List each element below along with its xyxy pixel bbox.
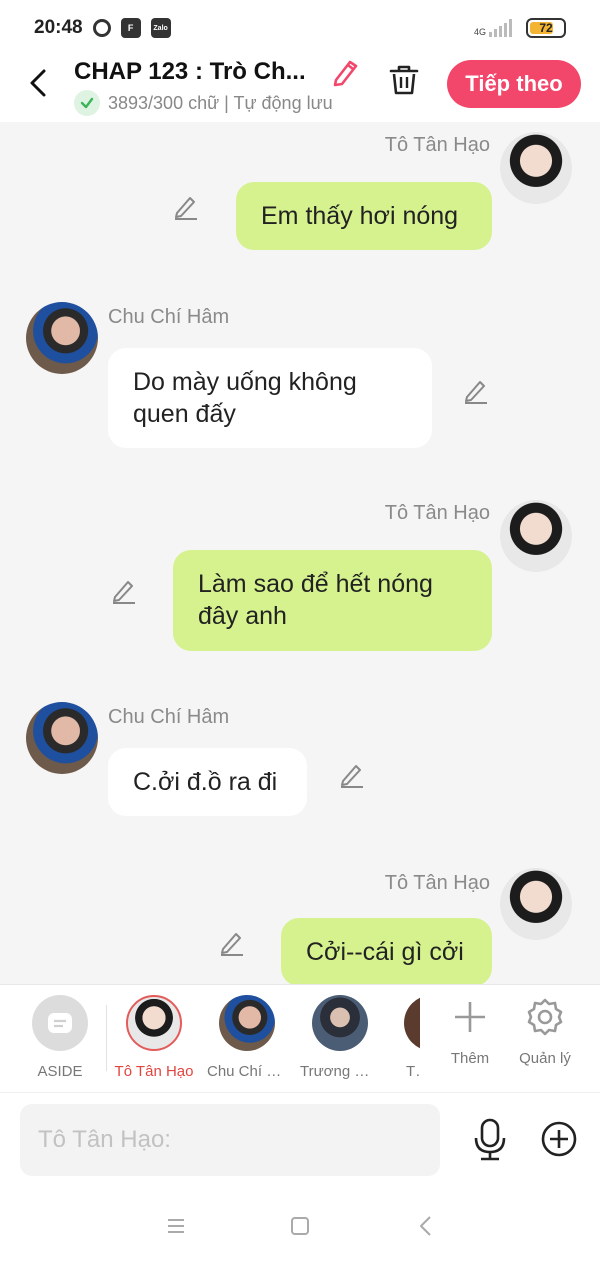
edit-message-icon[interactable]	[462, 376, 490, 404]
message-text: Em thấy hơi nóng	[261, 202, 459, 230]
avatar	[126, 995, 182, 1051]
avatar[interactable]	[26, 702, 98, 774]
edit-title-icon[interactable]	[330, 56, 362, 88]
character-to-tan-hao[interactable]: Tô Tân Hạo	[114, 995, 194, 1080]
network-type: 4G	[473, 27, 486, 37]
sender-name: Tô Tân Hạo	[384, 134, 490, 156]
save-status: 3893/300 chữ | Tự động lưu	[74, 90, 333, 116]
message-text: Do mày uống không	[133, 368, 357, 396]
avatar	[404, 995, 420, 1051]
character-label: Chu Chí H...	[207, 1063, 287, 1080]
facebook-icon: F	[120, 18, 141, 38]
avatar[interactable]	[500, 500, 572, 572]
character-truong-cuc[interactable]: Trương Cực	[300, 995, 380, 1080]
add-label: Thêm	[450, 1050, 490, 1067]
edit-message-icon[interactable]	[110, 576, 138, 604]
avatar[interactable]	[500, 868, 572, 940]
character-ta[interactable]: Tả	[378, 995, 420, 1080]
character-label: Trương Cực	[300, 1063, 380, 1080]
signal-icon	[489, 19, 512, 37]
avatar	[219, 995, 275, 1051]
status-app-icons: F Zalo	[92, 18, 171, 38]
edit-message-icon[interactable]	[338, 760, 366, 788]
status-bar: 20:48 F Zalo 4G 72	[0, 0, 600, 56]
composer	[0, 1092, 600, 1186]
notification-icon	[92, 19, 111, 37]
word-count-label: 3893/300 chữ | Tự động lưu	[108, 92, 333, 113]
add-character-button[interactable]: Thêm	[435, 997, 505, 1067]
battery-level: 72	[539, 21, 553, 35]
plus-icon	[455, 1002, 485, 1032]
message-text: đây anh	[198, 602, 287, 630]
message-bubble[interactable]: Cởi--cái gì cởi	[281, 918, 492, 984]
message-text: Làm sao để hết nóng	[198, 570, 433, 598]
next-button[interactable]: Tiếp theo	[447, 60, 581, 108]
avatar[interactable]	[500, 132, 572, 204]
system-nav-bar	[0, 1186, 600, 1267]
sender-name: Chu Chí Hâm	[108, 706, 230, 728]
character-chu-chi-ham[interactable]: Chu Chí H...	[207, 995, 287, 1080]
divider	[106, 1005, 107, 1071]
manage-button[interactable]: Quản lý	[510, 997, 580, 1067]
message-bubble[interactable]: C.ởi đ.ồ ra đi	[108, 748, 307, 816]
battery-icon: 72	[526, 18, 566, 38]
edit-message-icon[interactable]	[172, 192, 200, 220]
character-label: Tả	[406, 1063, 420, 1080]
message-bubble[interactable]: Em thấy hơi nóng	[236, 182, 492, 250]
message-input[interactable]	[20, 1104, 440, 1176]
chapter-title[interactable]: CHAP 123 : Trò Ch...	[74, 58, 319, 86]
edit-message-icon[interactable]	[218, 928, 246, 956]
character-aside[interactable]: ASIDE	[20, 995, 100, 1080]
message-bubble[interactable]: Do mày uống không quen đấy	[108, 348, 432, 448]
sender-name: Chu Chí Hâm	[108, 306, 230, 328]
message-text: Cởi--cái gì cởi	[306, 938, 464, 966]
sender-name: Tô Tân Hạo	[384, 872, 490, 894]
message-text: quen đấy	[133, 400, 236, 428]
menu-icon[interactable]	[164, 1214, 188, 1238]
zalo-icon: Zalo	[150, 18, 171, 38]
character-bar: ASIDE Tô Tân Hạo Chu Chí H... Trương Cực…	[0, 984, 600, 1092]
editor-header: CHAP 123 : Trò Ch... 3893/300 chữ | Tự đ…	[0, 56, 600, 122]
aside-icon	[32, 995, 88, 1051]
manage-label: Quản lý	[519, 1050, 571, 1067]
sender-name: Tô Tân Hạo	[384, 502, 490, 524]
back-arrow-icon[interactable]	[22, 66, 56, 100]
microphone-icon[interactable]	[470, 1118, 510, 1162]
avatar[interactable]	[26, 302, 98, 374]
status-right: 4G 72	[474, 18, 566, 38]
home-square-icon[interactable]	[288, 1214, 312, 1238]
gear-icon	[527, 998, 563, 1036]
character-label: ASIDE	[37, 1063, 83, 1080]
avatar	[312, 995, 368, 1051]
back-triangle-icon[interactable]	[414, 1214, 438, 1238]
message-text: C.ởi đ.ồ ra đi	[133, 768, 278, 796]
character-label: Tô Tân Hạo	[114, 1063, 194, 1080]
trash-icon[interactable]	[386, 62, 422, 98]
message-bubble[interactable]: Làm sao để hết nóng đây anh	[173, 550, 492, 651]
chat-area[interactable]: Tô Tân Hạo Em thấy hơi nóng Chu Chí Hâm …	[0, 122, 600, 984]
status-time: 20:48	[34, 17, 83, 38]
add-circle-icon[interactable]	[540, 1120, 578, 1158]
check-icon	[74, 90, 100, 116]
